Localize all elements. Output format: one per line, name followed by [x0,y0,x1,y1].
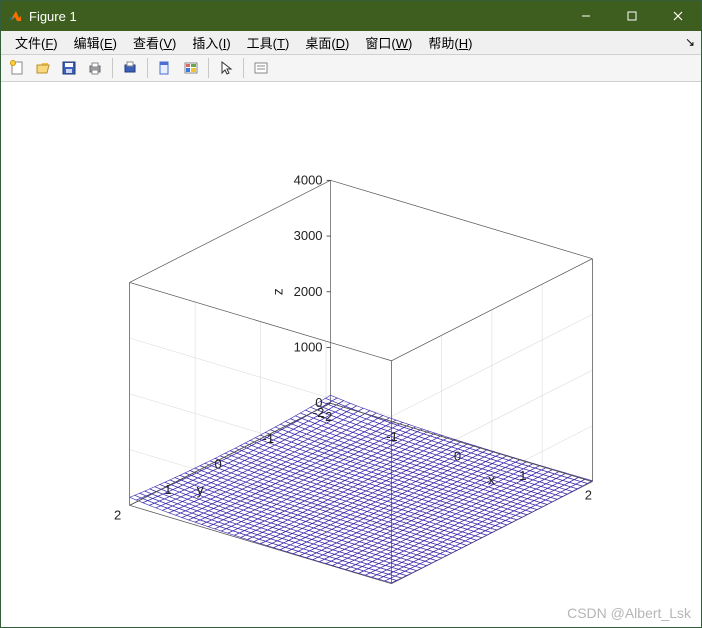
svg-text:0: 0 [214,456,221,471]
svg-text:2: 2 [114,507,121,522]
svg-text:0: 0 [454,448,461,463]
toolbar-separator [112,58,113,78]
title-bar: Figure 1 [1,1,701,31]
undock-icon[interactable]: ↘ [685,35,695,49]
menu-view[interactable]: 查看(V) [125,31,184,54]
svg-text:-1: -1 [263,431,275,446]
menu-edit[interactable]: 编辑(E) [66,31,125,54]
menu-window[interactable]: 窗口(W) [357,31,420,54]
svg-text:x: x [488,471,495,487]
axes-3d[interactable]: 01000200030004000-2-1012-2-1012zxy CSDN … [1,82,701,627]
svg-text:y: y [197,481,204,497]
menu-file[interactable]: 文件(F) [7,31,66,54]
svg-text:-2: -2 [313,405,325,420]
minimize-button[interactable] [563,1,609,31]
toolbar-separator [208,58,209,78]
menu-tools[interactable]: 工具(T) [239,31,298,54]
menu-help[interactable]: 帮助(H) [420,31,480,54]
menu-bar: 文件(F)编辑(E)查看(V)插入(I)工具(T)桌面(D)窗口(W)帮助(H)… [1,31,701,55]
close-button[interactable] [655,1,701,31]
colorbar-button[interactable] [179,56,203,80]
print-button[interactable] [83,56,107,80]
maximize-button[interactable] [609,1,655,31]
svg-text:1000: 1000 [294,340,323,355]
svg-text:4000: 4000 [294,172,323,187]
save-button[interactable] [57,56,81,80]
svg-text:2: 2 [585,488,592,503]
open-button[interactable] [31,56,55,80]
pointer-button[interactable] [214,56,238,80]
toolbar-separator [147,58,148,78]
toolbar [1,55,701,82]
window-title: Figure 1 [29,9,563,24]
svg-text:1: 1 [519,468,526,483]
data-cursor-button[interactable] [153,56,177,80]
svg-text:3000: 3000 [294,228,323,243]
legend-button[interactable] [249,56,273,80]
svg-text:2000: 2000 [294,284,323,299]
svg-text:1: 1 [164,482,171,497]
svg-text:z: z [270,288,286,295]
menu-insert[interactable]: 插入(I) [184,31,238,54]
menu-desktop[interactable]: 桌面(D) [297,31,357,54]
toolbar-separator [243,58,244,78]
figure-window: Figure 1 文件(F)编辑(E)查看(V)插入(I)工具(T)桌面(D)窗… [0,0,702,628]
new-figure-button[interactable] [5,56,29,80]
svg-text:-1: -1 [386,429,398,444]
matlab-icon [7,8,23,24]
print-preview-button[interactable] [118,56,142,80]
